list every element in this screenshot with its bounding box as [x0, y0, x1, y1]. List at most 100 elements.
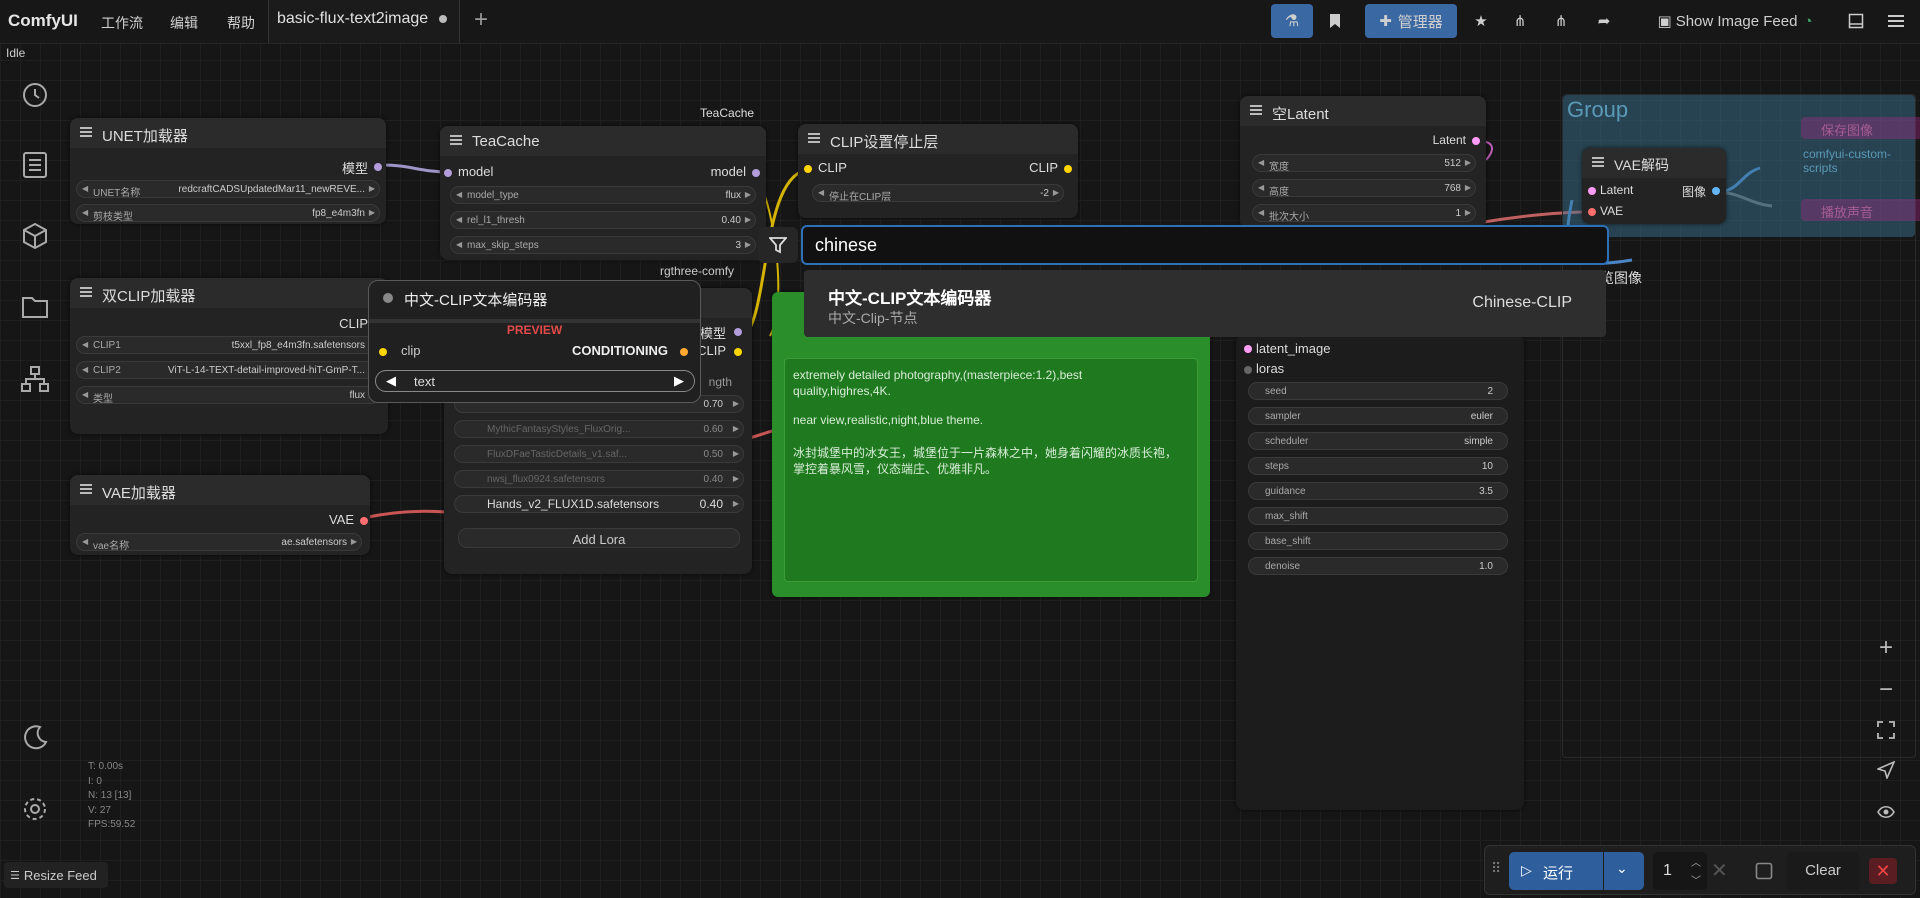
cancel-icon[interactable]: ✕: [1711, 858, 1728, 883]
vae-name-widget[interactable]: ◀ vae名称 ae.safetensors ▶: [76, 533, 362, 552]
max-skip-steps-widget[interactable]: ◀ max_skip_steps 3 ▶: [450, 236, 756, 254]
stop-icon[interactable]: [1755, 862, 1773, 880]
queue-mode-button[interactable]: ⚗: [1271, 4, 1313, 38]
clip-set-last-layer-node[interactable]: CLIP设置停止层 CLIP CLIP ◀ 停止在CLIP层 -2 ▶: [798, 124, 1078, 218]
loras-input-port[interactable]: [1244, 366, 1252, 374]
menu-help[interactable]: 帮助: [227, 13, 255, 33]
show-image-feed-button[interactable]: ▣ Show Image Feed ◔: [1645, 4, 1825, 38]
settings-button[interactable]: [16, 790, 54, 828]
star-button[interactable]: ★: [1463, 4, 1499, 38]
steps-widget[interactable]: steps 10: [1248, 457, 1508, 475]
lora-model-output-port[interactable]: [734, 328, 742, 336]
stop-at-layer-widget[interactable]: ◀ 停止在CLIP层 -2 ▶: [812, 184, 1064, 203]
seed-widget[interactable]: seed 2: [1248, 382, 1508, 400]
weight-dtype-widget[interactable]: ◀ 剪枝类型 fp8_e4m3fn ▶: [76, 204, 380, 223]
clear-button[interactable]: Clear: [1787, 852, 1859, 890]
clip2-widget[interactable]: ◀ CLIP2 ViT-L-14-TEXT-detail-improved-hiT-…: [76, 361, 380, 379]
denoise-widget[interactable]: denoise 1.0: [1248, 557, 1508, 575]
lora-clip-output-port[interactable]: [734, 348, 742, 356]
prompt-textarea[interactable]: extremely detailed photography,(masterpi…: [784, 358, 1198, 582]
run-mode-dropdown[interactable]: ⌄: [1604, 852, 1644, 890]
guidance-widget[interactable]: guidance 3.5: [1248, 482, 1508, 500]
new-tab-plus-icon[interactable]: +: [474, 6, 488, 34]
scheduler-widget[interactable]: scheduler simple: [1248, 432, 1508, 450]
model-output-port[interactable]: [752, 169, 760, 177]
node-library-button[interactable]: [16, 360, 54, 398]
vae-output-port[interactable]: [360, 517, 368, 525]
vae-loader-title[interactable]: VAE加载器: [70, 475, 370, 505]
teacache-title[interactable]: TeaCache: [440, 126, 766, 156]
lora-row-2[interactable]: FluxDFaeTasticDetails_v1.saf... 0.50 ▶: [454, 445, 744, 463]
panel-toggle-button[interactable]: [1838, 4, 1874, 38]
empty-latent-title[interactable]: 空Latent: [1240, 96, 1486, 126]
teacache-node[interactable]: TeaCache model model ◀ model_type flux ▶ ◀ r…: [440, 126, 766, 260]
bookmark-button[interactable]: [1317, 4, 1353, 38]
dual-clip-loader-node[interactable]: 双CLIP加载器 CLIP ◀ CLIP1 t5xxl_fp8_e4m3fn.saf…: [70, 278, 388, 434]
vae-decode-image-port[interactable]: [1712, 187, 1720, 195]
clip-stop-title[interactable]: CLIP设置停止层: [798, 124, 1078, 154]
batch-size-widget[interactable]: ◀ 批次大小 1 ▶: [1252, 204, 1476, 223]
menu-edit[interactable]: 编辑: [170, 13, 198, 33]
batch-count-input[interactable]: 1 ︿ ﹀: [1653, 852, 1707, 890]
zoom-in-button[interactable]: +: [1868, 630, 1904, 666]
unet-name-widget[interactable]: ◀ UNET名称 redcraftCADSUpdatedMar11_newREVE.…: [76, 180, 380, 199]
resize-feed-button[interactable]: ☰ Resize Feed: [4, 862, 108, 888]
drag-handle-icon[interactable]: ⠿: [1491, 860, 1501, 877]
workflow-tab[interactable]: basic-flux-text2image: [268, 0, 460, 43]
models-button[interactable]: [16, 217, 54, 255]
max-shift-widget[interactable]: max_shift: [1248, 507, 1508, 525]
fit-view-button[interactable]: [1868, 712, 1904, 748]
theme-toggle-button[interactable]: [16, 718, 54, 756]
zoom-out-button[interactable]: −: [1868, 672, 1904, 708]
search-filter-button[interactable]: [758, 227, 798, 263]
queue-list-button[interactable]: [16, 146, 54, 184]
node-search-input[interactable]: chinese: [801, 225, 1609, 265]
forward-button[interactable]: ➦: [1586, 4, 1622, 38]
sampler-widget[interactable]: sampler euler: [1248, 407, 1508, 425]
model-type-widget[interactable]: ◀ model_type flux ▶: [450, 186, 756, 204]
text-encode-node[interactable]: extremely detailed photography,(masterpi…: [772, 292, 1210, 597]
latent-output-port[interactable]: [1472, 137, 1480, 145]
dual-clip-title[interactable]: 双CLIP加载器: [70, 278, 388, 308]
vae-decode-latent-port[interactable]: [1588, 187, 1596, 195]
rel-l1-thresh-widget[interactable]: ◀ rel_l1_thresh 0.40 ▶: [450, 211, 756, 229]
model-input-port[interactable]: [444, 169, 452, 177]
add-lora-button[interactable]: Add Lora: [458, 528, 740, 548]
vae-decode-vae-port[interactable]: [1588, 208, 1596, 216]
share-button[interactable]: ⋔: [1502, 4, 1538, 38]
lora-row-3[interactable]: nwsj_flux0924.safetensors 0.40 ▶: [454, 470, 744, 488]
clip1-widget[interactable]: ◀CLIP1t5xxl_fp8_e4m3fn.safetensors▶: [76, 336, 380, 354]
workflows-button[interactable]: [16, 288, 54, 326]
toggle-links-button[interactable]: [1868, 794, 1904, 830]
sampler-node[interactable]: latent_image loras seed 2 sampler euler sc…: [1236, 334, 1524, 810]
width-widget[interactable]: ◀ 宽度 512 ▶: [1252, 154, 1476, 173]
manager-button[interactable]: ✚ 管理器: [1365, 4, 1457, 38]
unet-loader-title[interactable]: UNET加载器: [70, 118, 386, 148]
chevron-down-small-icon[interactable]: ﹀: [1691, 872, 1701, 887]
history-button[interactable]: [16, 76, 54, 114]
empty-latent-node[interactable]: 空Latent Latent ◀ 宽度 512 ▶ ◀ 高度 768 ▶ ◀ 批次大小 1 ▶: [1240, 96, 1486, 228]
run-button[interactable]: ▷ 运行: [1509, 852, 1603, 890]
vae-loader-node[interactable]: VAE加载器 VAE ◀ vae名称 ae.safetensors ▶: [70, 475, 370, 555]
lora-row-4[interactable]: Hands_v2_FLUX1D.safetensors 0.40 ▶: [454, 495, 744, 513]
save-image-node[interactable]: 保存图像: [1801, 117, 1920, 139]
share2-button[interactable]: ⋔: [1543, 4, 1579, 38]
close-queue-button[interactable]: ✕: [1869, 858, 1897, 884]
pointer-mode-button[interactable]: [1868, 752, 1904, 788]
lora-row-1[interactable]: MythicFantasyStyles_FluxOrig... 0.60 ▶: [454, 420, 744, 438]
play-sound-node[interactable]: 播放声音: [1801, 199, 1920, 221]
vae-decode-title[interactable]: VAE解码: [1582, 148, 1726, 178]
height-widget[interactable]: ◀ 高度 768 ▶: [1252, 179, 1476, 198]
hamburger-menu-button[interactable]: [1878, 4, 1914, 38]
clip-input-port[interactable]: [804, 165, 812, 173]
vae-decode-node[interactable]: VAE解码 Latent 图像 VAE: [1582, 148, 1726, 224]
latent-image-input-port[interactable]: [1244, 345, 1252, 353]
unet-loader-node[interactable]: UNET加载器 模型 ◀ UNET名称 redcraftCADSUpdatedMar…: [70, 118, 386, 224]
search-result-item[interactable]: 中文-CLIP文本编码器 中文-Clip-节点 Chinese-CLIP: [804, 270, 1606, 337]
base-shift-widget[interactable]: base_shift: [1248, 532, 1508, 550]
chevron-up-icon[interactable]: ︿: [1691, 854, 1701, 869]
clip-type-widget[interactable]: ◀类型flux▶: [76, 386, 380, 405]
model-output-port[interactable]: [374, 163, 382, 171]
clip-output-port[interactable]: [1064, 165, 1072, 173]
menu-workflow[interactable]: 工作流: [101, 13, 143, 33]
